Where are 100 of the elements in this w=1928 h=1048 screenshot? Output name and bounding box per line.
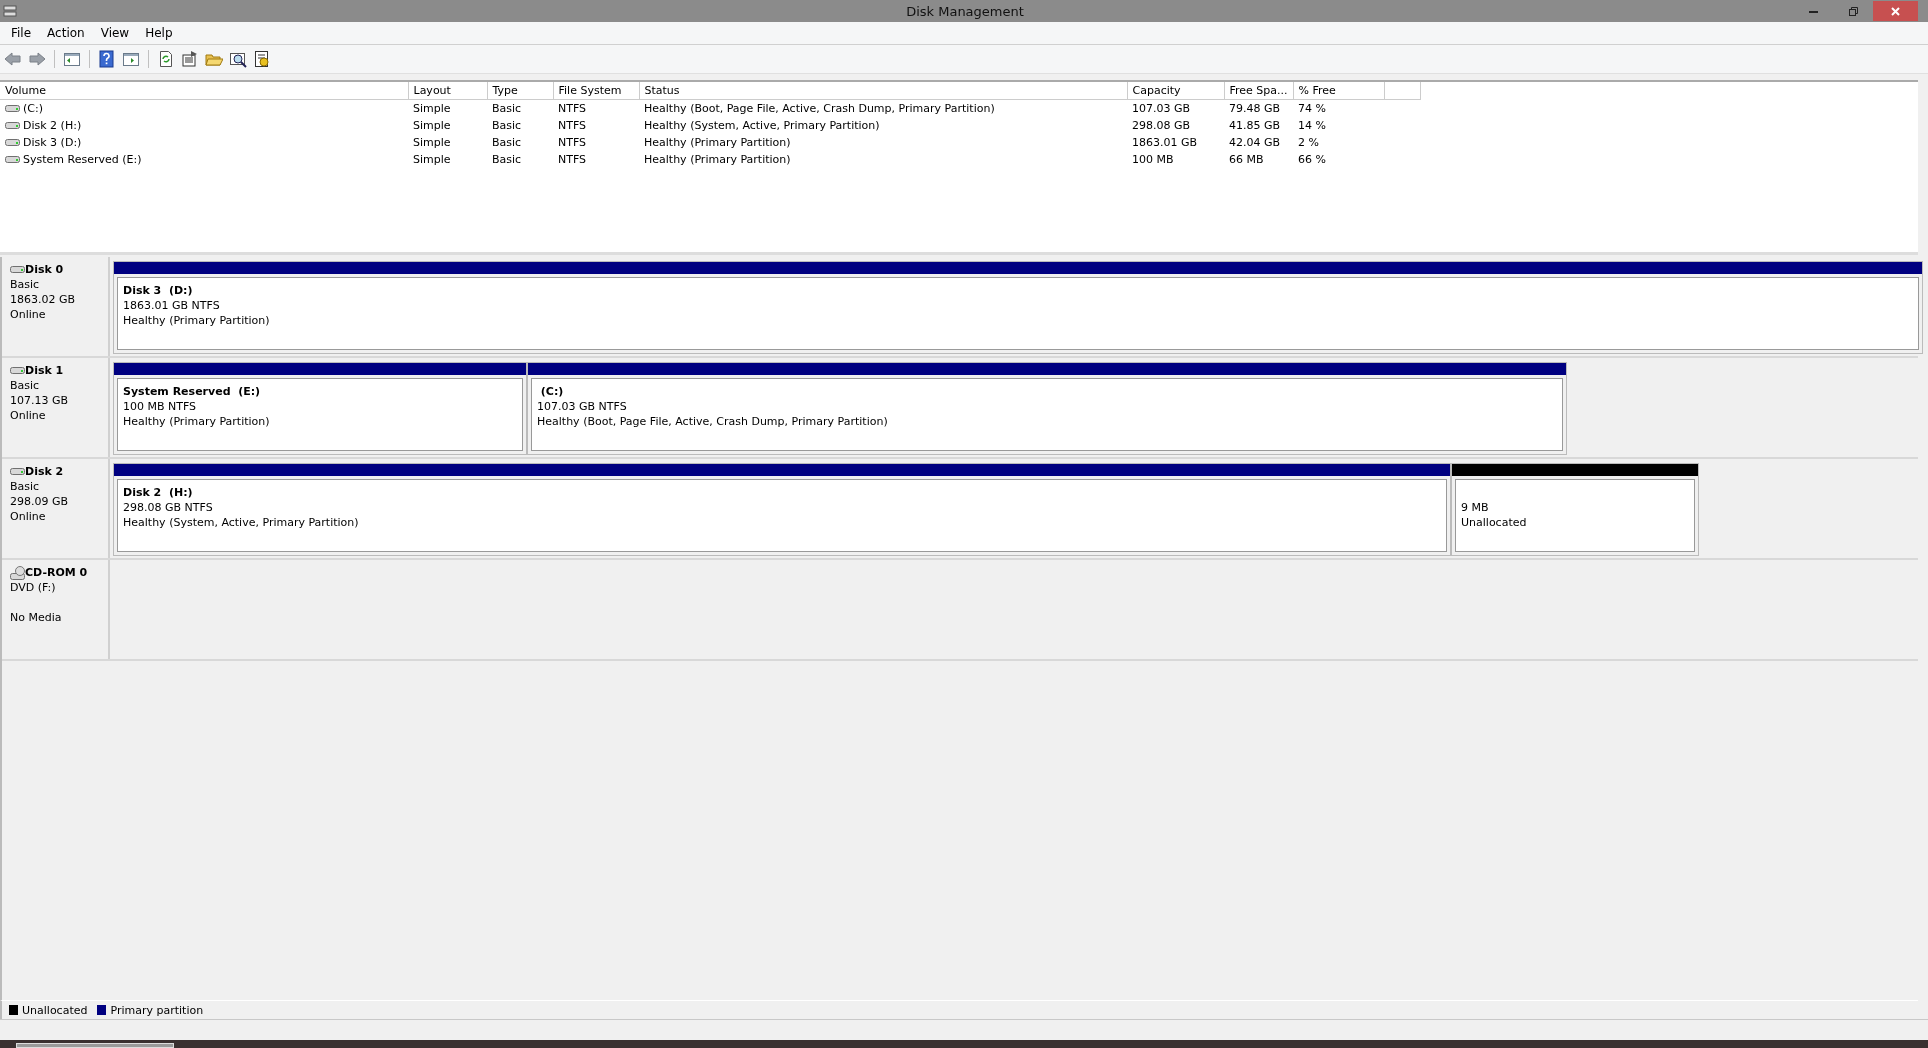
partition-status: Unallocated bbox=[1461, 515, 1528, 530]
disk-drive-icon bbox=[10, 466, 25, 477]
column-header[interactable]: Type bbox=[487, 82, 553, 100]
column-header[interactable]: Volume bbox=[0, 82, 408, 100]
table-cell-text: 41.85 GB bbox=[1228, 118, 1282, 134]
partition-title: (C:) bbox=[539, 384, 565, 399]
disk-status: Online bbox=[10, 307, 47, 322]
disk-type: DVD (F:) bbox=[10, 580, 57, 595]
partition-block[interactable]: System Reserved (E:) 100 MB NTFS Healthy (Primary Partition) bbox=[113, 362, 527, 455]
partition-status: Healthy (Boot, Page File, Active, Crash Dump, Primary Partition) bbox=[537, 414, 889, 429]
table-cell: 74 % bbox=[1293, 99, 1385, 117]
table-cell-text: 66 % bbox=[1297, 152, 1327, 168]
table-cell-text: Simple bbox=[412, 118, 452, 134]
table-cell-text: Healthy (Primary Partition) bbox=[643, 135, 792, 151]
partition-status: Healthy (Primary Partition) bbox=[123, 414, 271, 429]
table-cell: Basic bbox=[487, 99, 553, 117]
table-cell-text: 298.08 GB bbox=[1131, 118, 1192, 134]
partition-title: System Reserved (E:) bbox=[123, 384, 262, 399]
partition-status: Healthy (System, Active, Primary Partition) bbox=[123, 515, 360, 530]
column-header[interactable]: % Free bbox=[1293, 82, 1385, 100]
partition-size: 298.08 GB NTFS bbox=[123, 500, 214, 515]
partition-block[interactable]: Disk 2 (H:) 298.08 GB NTFS Healthy (System, Active, Primary Partition) bbox=[113, 463, 1451, 556]
console-tree-icon[interactable] bbox=[63, 50, 81, 68]
table-cell-text: Simple bbox=[412, 135, 452, 151]
table-cell: Healthy (Boot, Page File, Active, Crash Dump, Primary Partition) bbox=[639, 99, 1127, 117]
column-header[interactable]: Layout bbox=[408, 82, 487, 100]
disk-name: Disk 2 bbox=[25, 464, 64, 479]
table-cell: System Reserved (E:) bbox=[23, 153, 142, 166]
table-cell-text: Healthy (System, Active, Primary Partition) bbox=[643, 118, 881, 134]
magnifier-icon[interactable] bbox=[229, 50, 247, 68]
partition-size: 100 MB NTFS bbox=[123, 399, 198, 414]
partition-title: Disk 2 (H:) bbox=[123, 485, 194, 500]
disk-drive-icon bbox=[10, 264, 25, 275]
disk-type: Basic bbox=[10, 378, 41, 393]
partition-status: Healthy (Primary Partition) bbox=[123, 313, 271, 328]
window-title: Disk Management bbox=[905, 3, 1025, 19]
table-cell-text: 2 % bbox=[1297, 135, 1320, 151]
back-arrow-icon[interactable] bbox=[4, 50, 22, 68]
drive-icon bbox=[5, 137, 20, 148]
menu-item[interactable]: Action bbox=[39, 26, 93, 40]
disk-size: 1863.02 GB bbox=[10, 292, 77, 307]
table-cell-text: NTFS bbox=[557, 135, 588, 151]
table-cell-text: Simple bbox=[412, 152, 452, 168]
disk-status: No Media bbox=[10, 610, 63, 625]
menu-item[interactable]: View bbox=[92, 26, 138, 40]
partition-title: Disk 3 (D:) bbox=[123, 283, 194, 298]
forward-arrow-icon[interactable] bbox=[28, 50, 46, 68]
table-cell-text: NTFS bbox=[557, 118, 588, 134]
column-header[interactable]: Status bbox=[639, 82, 1127, 100]
disk-name: Disk 0 bbox=[25, 262, 64, 277]
drive-icon bbox=[5, 154, 20, 165]
disk-status: Online bbox=[10, 408, 47, 423]
table-cell-text: Basic bbox=[491, 118, 523, 134]
table-cell: Disk 2 (H:) bbox=[23, 119, 82, 132]
close-button[interactable] bbox=[1873, 1, 1918, 21]
table-cell: Simple bbox=[408, 99, 487, 117]
action-pane-icon[interactable] bbox=[122, 50, 140, 68]
disk-size: 298.09 GB bbox=[10, 494, 70, 509]
table-cell-text: 14 % bbox=[1297, 118, 1327, 134]
disk-name: CD-ROM 0 bbox=[25, 565, 88, 580]
drive-icon bbox=[5, 120, 20, 131]
legend-label: Primary partition bbox=[110, 1003, 204, 1017]
table-cell-text: Healthy (Primary Partition) bbox=[643, 152, 792, 168]
table-cell-text: Basic bbox=[491, 135, 523, 151]
partition-size: 1863.01 GB NTFS bbox=[123, 298, 221, 313]
table-cell-text: 42.04 GB bbox=[1228, 135, 1282, 151]
table-cell-text: Basic bbox=[491, 152, 523, 168]
disk-type: Basic bbox=[10, 277, 41, 292]
table-cell-text: NTFS bbox=[557, 152, 588, 168]
partition-block[interactable]: (C:) 107.03 GB NTFS Healthy (Boot, Page File, Active, Crash Dump, Primary Partition) bbox=[527, 362, 1567, 455]
disk-name: Disk 1 bbox=[25, 363, 64, 378]
table-cell: NTFS bbox=[553, 99, 639, 117]
disk-size: 107.13 GB bbox=[10, 393, 70, 408]
partition-size: 9 MB bbox=[1461, 500, 1490, 515]
partition-block[interactable]: 9 MB Unallocated bbox=[1451, 463, 1699, 556]
cd-drive-icon bbox=[10, 565, 25, 580]
app-drive-icon bbox=[3, 4, 17, 18]
partition-block[interactable]: Disk 3 (D:) 1863.01 GB NTFS Healthy (Primary Partition) bbox=[113, 261, 1923, 354]
partition-size: 107.03 GB NTFS bbox=[537, 399, 628, 414]
menu-item[interactable]: File bbox=[3, 26, 40, 40]
table-cell: 107.03 GB bbox=[1127, 99, 1224, 117]
table-cell: (C:) bbox=[23, 102, 43, 115]
close-icon bbox=[1891, 6, 1900, 16]
menu-item[interactable]: Help bbox=[137, 26, 181, 40]
column-header[interactable]: Free Spa... bbox=[1224, 82, 1294, 100]
help-icon[interactable] bbox=[98, 50, 116, 68]
table-cell: Disk 3 (D:) bbox=[23, 136, 82, 149]
drive-icon bbox=[5, 103, 20, 114]
table-cell-text: 1863.01 GB bbox=[1131, 135, 1199, 151]
table-cell-text: 66 MB bbox=[1228, 152, 1265, 168]
legend-label: Unallocated bbox=[22, 1003, 88, 1017]
disk-drive-icon bbox=[10, 365, 25, 376]
table-cell-text: 100 MB bbox=[1131, 152, 1175, 168]
refresh-icon[interactable] bbox=[157, 50, 175, 68]
restore-icon bbox=[1848, 6, 1858, 16]
column-header[interactable]: Capacity bbox=[1127, 82, 1224, 100]
disk-status: Online bbox=[10, 509, 47, 524]
column-header[interactable]: File System bbox=[553, 82, 639, 100]
disk-type: Basic bbox=[10, 479, 41, 494]
table-cell: 79.48 GB bbox=[1224, 99, 1294, 117]
